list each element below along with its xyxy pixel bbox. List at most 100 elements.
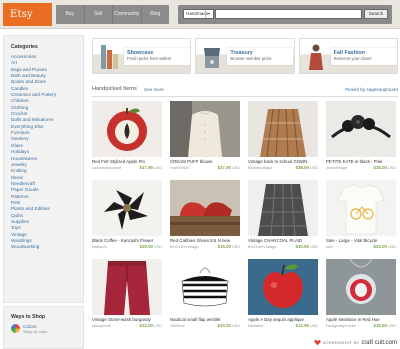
product-thumbnail[interactable] [92, 180, 162, 236]
product-thumbnail[interactable] [170, 259, 240, 315]
product-title[interactable]: Apple Necklace in Red Hue [326, 317, 396, 322]
banner-showcase-sub: Fresh picks from sellers [127, 56, 172, 61]
price-value: $15.00 [217, 243, 231, 249]
picked-by-link[interactable]: Picked by sagesoupboard [345, 87, 398, 92]
product-title[interactable]: Vintage back to school GOWN [248, 159, 318, 164]
product-title[interactable]: Sale - Large - Vital Bicycle [326, 238, 396, 243]
product-title[interactable]: Apple A Day sequin applique [248, 317, 318, 322]
product-thumbnail[interactable] [248, 259, 318, 315]
product-card[interactable]: CREAM PUFF blouse HuntOfIt2C $27.00USD [170, 101, 240, 177]
nav-community[interactable]: Community [113, 5, 142, 24]
product-card[interactable]: Black Coffee - Kanzashi Flower Nakuphi $… [92, 180, 162, 256]
product-title[interactable]: CREAM PUFF blouse [170, 159, 240, 164]
product-card[interactable]: Red Cabbies Shoes 8.5 N new theCiderVint… [170, 180, 240, 256]
product-price: $27.00USD [218, 165, 240, 170]
price-currency: USD [153, 323, 162, 328]
product-price: $35.00USD [374, 165, 396, 170]
shop-name[interactable]: theCiderVintage [170, 244, 212, 249]
nav-buy[interactable]: Buy [56, 5, 85, 24]
product-card[interactable]: Vintage CHARCOAL PLAID theCiderVintage $… [248, 180, 318, 256]
product-price: $18.50USD [374, 323, 396, 328]
shop-name[interactable]: HuntOfIt2C [170, 165, 212, 170]
banner-treasury[interactable]: Treasury Browse member picks [195, 38, 295, 74]
screenshot-watermark: SCREENSHOT BY craft cult.com [313, 339, 397, 346]
product-price: $30.00USD [296, 244, 318, 249]
product-price: $22.00USD [140, 323, 162, 328]
shop-name[interactable]: JMBone [170, 323, 212, 328]
product-card[interactable]: Sale - Large - Vital Bicycle kikii $24.0… [326, 180, 396, 256]
sequin-apple-image [248, 259, 318, 315]
price-value: $27.00 [217, 164, 231, 170]
category-link[interactable]: Woodworking [11, 244, 83, 250]
product-thumbnail[interactable] [92, 259, 162, 315]
product-price: $38.00USD [296, 165, 318, 170]
nav-sell[interactable]: Sell [85, 5, 113, 24]
shop-name[interactable]: Hkirstlee [248, 323, 290, 328]
banner-showcase[interactable]: Showcase Fresh picks from sellers [92, 38, 192, 74]
ways-to-shop-heading: Ways to Shop [11, 314, 46, 320]
nautical-wristlet-image [170, 259, 240, 315]
search-input[interactable] [215, 9, 362, 19]
handpicked-grid: Red Felt Stylized Apple Pin rachelswoodc… [92, 101, 398, 331]
price-value: $38.00 [295, 164, 309, 170]
product-thumbnail[interactable] [326, 180, 396, 236]
product-title[interactable]: Nautical small flap wristlet [170, 317, 240, 322]
shop-name[interactable]: lalnsplendi [92, 323, 134, 328]
shop-name[interactable]: Bellaboutique [248, 165, 290, 170]
color-wheel-icon [11, 324, 20, 333]
product-thumbnail[interactable] [170, 180, 240, 236]
search-scope-select[interactable]: Handmade ▾ [183, 9, 214, 19]
product-title[interactable]: Vintage CHARCOAL PLAID [248, 238, 318, 243]
plaid-skirt-image [248, 101, 318, 157]
shop-name[interactable]: rachelswoodcraf [92, 165, 134, 170]
product-title[interactable]: PETITE KATE in black - Pink [326, 159, 396, 164]
promo-banners: Showcase Fresh picks from sellers Treasu… [92, 38, 398, 74]
nav-blog[interactable]: Blog [142, 5, 170, 24]
ways-colors-link[interactable]: Colors Shop by color [11, 324, 83, 334]
product-card[interactable]: Vintage back to school GOWN Bellaboutiqu… [248, 101, 318, 177]
shop-name[interactable]: theCiderVintage [248, 244, 290, 249]
price-currency: USD [231, 165, 240, 170]
product-thumbnail[interactable] [92, 101, 162, 157]
product-card[interactable]: PETITE KATE in black - Pink ilovevintage… [326, 101, 396, 177]
price-currency: USD [153, 165, 162, 170]
etsy-logo[interactable]: Etsy [3, 3, 52, 26]
banner-showcase-text: Showcase Fresh picks from sellers [124, 48, 190, 65]
product-card[interactable]: Apple A Day sequin applique Hkirstlee $1… [248, 259, 318, 335]
product-title[interactable]: Vintage Stone-wash burgandy [92, 317, 162, 322]
ways-to-shop-panel: Ways to Shop Colors Shop by color [3, 306, 84, 349]
shop-name[interactable]: Nakuphi [92, 244, 134, 249]
ways-colors-sub: Shop by color [23, 329, 48, 334]
product-title[interactable]: Red Felt Stylized Apple Pin [92, 159, 162, 164]
product-price: $29.00USD [140, 244, 162, 249]
product-thumbnail[interactable] [248, 180, 318, 236]
product-title[interactable]: Red Cabbies Shoes 8.5 N new [170, 238, 240, 243]
search-bar: Handmade ▾ Search [178, 5, 392, 24]
see-more-link[interactable]: See more [144, 87, 164, 92]
banner-fall-fashion[interactable]: Fall Fashion Reinvent your closet [298, 38, 398, 74]
product-thumbnail[interactable] [326, 101, 396, 157]
price-value: $29.00 [139, 243, 153, 249]
price-value: $12.95 [295, 322, 309, 328]
product-thumbnail[interactable] [170, 101, 240, 157]
handpicked-title: Handpicked Items [92, 86, 137, 92]
price-value: $33.00 [217, 322, 231, 328]
product-title[interactable]: Black Coffee - Kanzashi Flower [92, 238, 162, 243]
product-thumbnail[interactable] [248, 101, 318, 157]
search-button[interactable]: Search [364, 9, 388, 19]
divider [92, 96, 398, 97]
product-card[interactable]: Red Felt Stylized Apple Pin rachelswoodc… [92, 101, 162, 177]
shop-name[interactable]: ilovevintage [326, 165, 368, 170]
price-currency: USD [387, 165, 396, 170]
product-thumbnail[interactable] [326, 259, 396, 315]
treasury-art-icon [204, 48, 221, 68]
price-currency: USD [387, 323, 396, 328]
product-card[interactable]: Vintage Stone-wash burgandy lalnsplendi … [92, 259, 162, 335]
shop-name[interactable]: kikii [326, 244, 368, 249]
handpicked-header: Handpicked Items See more Picked by sage… [92, 86, 398, 94]
product-card[interactable]: Apple Necklace in Red Hue DesignsbyCrick… [326, 259, 396, 335]
banner-fall-fashion-text: Fall Fashion Reinvent your closet [330, 48, 397, 65]
product-card[interactable]: Nautical small flap wristlet JMBone $33.… [170, 259, 240, 335]
shop-name[interactable]: DesignsbyCricke [326, 323, 368, 328]
apple-pin-image [92, 101, 162, 157]
